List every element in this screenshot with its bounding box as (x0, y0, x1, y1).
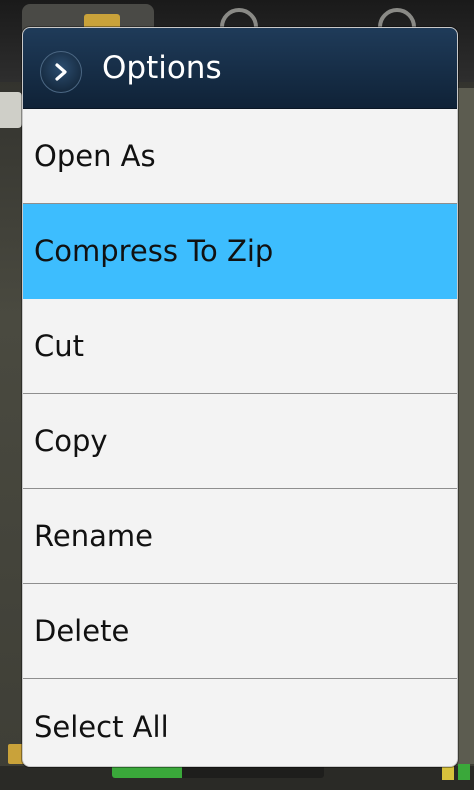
menu-item-cut[interactable]: Cut (23, 299, 457, 394)
dialog-title: Options (102, 50, 222, 86)
menu-item-label: Compress To Zip (34, 234, 274, 268)
menu-item-rename[interactable]: Rename (23, 489, 457, 584)
menu-item-select-all[interactable]: Select All (23, 679, 457, 766)
menu-item-label: Copy (34, 424, 108, 458)
options-dialog: Options Open As Compress To Zip Cut Copy… (22, 27, 458, 767)
chevron-right-icon (40, 51, 82, 93)
background-home-button (0, 92, 22, 128)
dialog-header: Options (23, 28, 457, 109)
status-green-indicator (458, 764, 470, 780)
menu-item-label: Cut (34, 329, 84, 363)
menu-item-label: Select All (34, 709, 169, 744)
menu-item-open-as[interactable]: Open As (23, 109, 457, 204)
menu-item-compress-to-zip[interactable]: Compress To Zip (23, 204, 457, 299)
menu-item-label: Open As (34, 139, 156, 173)
menu-item-delete[interactable]: Delete (23, 584, 457, 679)
menu-item-copy[interactable]: Copy (23, 394, 457, 489)
menu-item-label: Delete (34, 614, 130, 648)
options-menu: Open As Compress To Zip Cut Copy Rename … (23, 109, 457, 766)
menu-item-label: Rename (34, 519, 153, 553)
